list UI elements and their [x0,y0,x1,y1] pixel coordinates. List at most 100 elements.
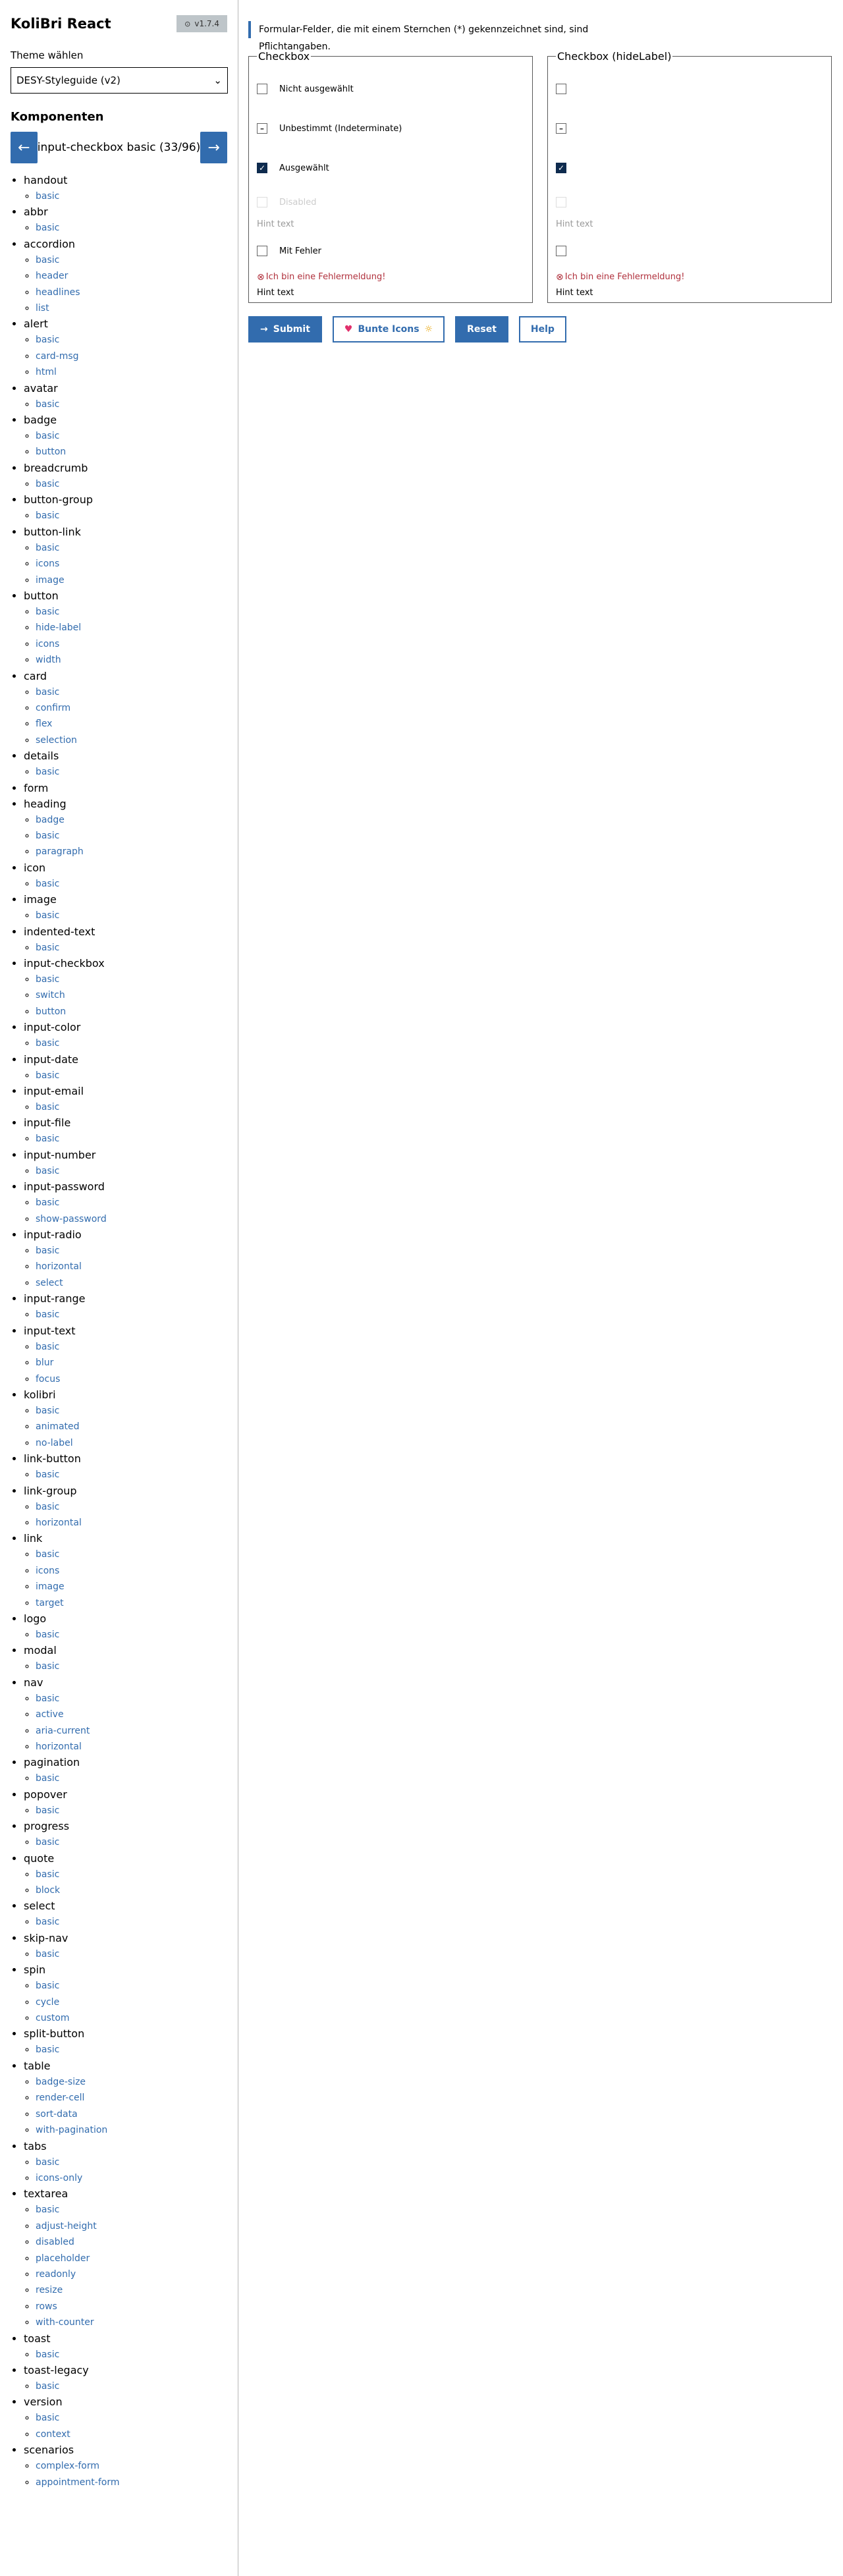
checkbox-indeterminate[interactable]: – [257,123,267,134]
tree-item-link[interactable]: horizontal [36,1515,227,1531]
tree-item-link[interactable]: basic [36,684,227,700]
tree-item-link[interactable]: width [36,652,227,668]
checkbox-unchecked-row[interactable]: Nicht ausgewählt [257,69,532,109]
tree-item-link[interactable]: basic [36,1195,227,1211]
tree-item-link[interactable]: active [36,1707,227,1722]
tree-item-link[interactable]: appointment-form [36,2475,227,2490]
tree-item-link[interactable]: with-pagination [36,2122,227,2138]
tree-item-link[interactable]: basic [36,1307,227,1323]
prev-component-button[interactable]: ← [11,132,38,163]
tree-item-link[interactable]: basic [36,1914,227,1930]
tree-item-link[interactable]: basic [36,1499,227,1515]
tree-item-link[interactable]: basic [36,604,227,620]
tree-item-link[interactable]: custom [36,2010,227,2026]
tree-item-link[interactable]: cycle [36,1994,227,2010]
colorful-icons-button[interactable]: ♥ Bunte Icons ☼ [332,316,445,343]
reset-button[interactable]: Reset [455,316,508,343]
tree-item-link[interactable]: disabled [36,2234,227,2250]
tree-item-link[interactable]: basic [36,1339,227,1355]
tree-item-link[interactable]: list [36,300,227,316]
tree-item-link[interactable]: animated [36,1419,227,1435]
tree-item-link[interactable]: basic [36,332,227,348]
tree-item-link[interactable]: button [36,444,227,460]
tree-item-link[interactable]: basic [36,2347,227,2363]
checkbox-error-row[interactable]: Mit Fehler [257,233,532,269]
tree-item-link[interactable]: basic [36,188,227,204]
tree-item-link[interactable]: basic [36,1068,227,1083]
tree-item-link[interactable]: hide-label [36,620,227,636]
next-component-button[interactable]: → [200,132,227,163]
tree-item-link[interactable]: button [36,1004,227,1020]
tree-item-link[interactable]: basic [36,1867,227,1882]
tree-item-link[interactable]: basic [36,1803,227,1819]
checkbox-indeterminate[interactable]: – [556,123,566,134]
tree-item-link[interactable]: basic [36,476,227,492]
tree-item-link[interactable]: paragraph [36,844,227,860]
tree-item-link[interactable]: basic [36,2202,227,2218]
tree-item-link[interactable]: readonly [36,2266,227,2282]
tree-item-link[interactable]: basic [36,1978,227,1994]
tree-item-link[interactable]: adjust-height [36,2218,227,2234]
tree-item-link[interactable]: basic [36,1467,227,1483]
checkbox-unchecked[interactable] [556,84,566,94]
tree-item-link[interactable]: no-label [36,1435,227,1451]
tree-item-link[interactable]: rows [36,2299,227,2315]
tree-item-link[interactable]: basic [36,1163,227,1179]
checkbox-unchecked-row[interactable] [556,69,831,109]
tree-item-link[interactable]: show-password [36,1211,227,1227]
tree-item-link[interactable]: icons-only [36,2170,227,2186]
tree-item-link[interactable]: basic [36,876,227,892]
tree-item-link[interactable]: basic [36,1035,227,1051]
tree-item-link[interactable]: basic [36,2042,227,2058]
tree-item-link[interactable]: basic [36,1770,227,1786]
tree-item-link[interactable]: flex [36,716,227,732]
tree-item-link[interactable]: basic [36,908,227,923]
tree-item-link[interactable]: focus [36,1371,227,1387]
tree-item-link[interactable]: icons [36,556,227,572]
checkbox-checked-row[interactable]: ✓ [556,148,831,188]
checkbox-error-row[interactable] [556,233,831,269]
tree-item-link[interactable]: basic [36,2410,227,2426]
tree-item-link[interactable]: basic [36,828,227,844]
tree-item-link[interactable]: resize [36,2282,227,2298]
tree-item-link[interactable]: basic [36,397,227,412]
tree-item-link[interactable]: context [36,2426,227,2442]
tree-item-link[interactable]: aria-current [36,1723,227,1739]
tree-item-link[interactable]: icons [36,636,227,652]
checkbox-checked[interactable]: ✓ [257,163,267,173]
tree-item-link[interactable]: basic [36,252,227,268]
tree-item-link[interactable]: basic [36,1691,227,1707]
tree-item-link[interactable]: image [36,572,227,588]
tree-item-link[interactable]: confirm [36,700,227,716]
tree-item-link[interactable]: basic [36,540,227,556]
submit-button[interactable]: → Submit [248,316,322,343]
tree-item-link[interactable]: html [36,364,227,380]
tree-item-link[interactable]: badge [36,812,227,828]
tree-item-link[interactable]: basic [36,1131,227,1147]
tree-item-link[interactable]: sort-data [36,2106,227,2122]
tree-item-link[interactable]: basic [36,1946,227,1962]
checkbox-checked-row[interactable]: ✓ Ausgewählt [257,148,532,188]
tree-item-link[interactable]: basic [36,972,227,987]
tree-item-link[interactable]: horizontal [36,1259,227,1274]
tree-item-link[interactable]: basic [36,2378,227,2394]
tree-item-link[interactable]: image [36,1579,227,1595]
tree-item-link[interactable]: block [36,1882,227,1898]
tree-item-link[interactable]: basic [36,2154,227,2170]
checkbox-indeterminate-row[interactable]: – Unbestimmt (Indeterminate) [257,109,532,148]
tree-item-link[interactable]: basic [36,1403,227,1419]
tree-item-link[interactable]: with-counter [36,2315,227,2330]
tree-item-link[interactable]: headlines [36,285,227,300]
tree-item-link[interactable]: basic [36,1658,227,1674]
tree-item-link[interactable]: basic [36,1547,227,1562]
tree-item-link[interactable]: basic [36,764,227,780]
theme-select[interactable]: DESY-Styleguide (v2) ⌄ [11,67,228,94]
checkbox-error[interactable] [257,246,267,256]
tree-item-link[interactable]: basic [36,940,227,956]
tree-item-link[interactable]: basic [36,1627,227,1643]
checkbox-unchecked[interactable] [257,84,267,94]
tree-item-link[interactable]: target [36,1595,227,1611]
tree-item-link[interactable]: selection [36,732,227,748]
checkbox-checked[interactable]: ✓ [556,163,566,173]
tree-item-link[interactable]: select [36,1275,227,1291]
